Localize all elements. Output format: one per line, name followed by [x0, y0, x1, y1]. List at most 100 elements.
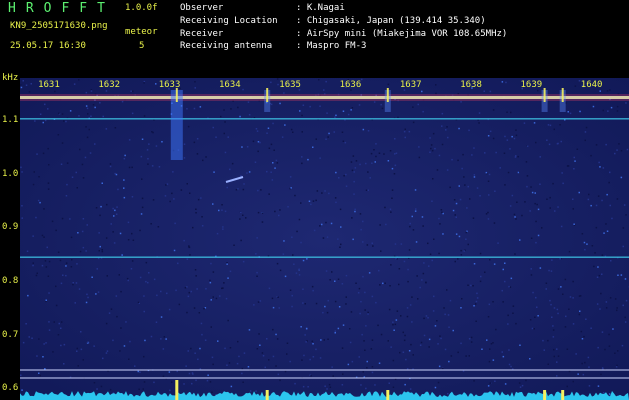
- noise-speck: [165, 338, 167, 340]
- noise-speck: [599, 90, 601, 92]
- noise-speck: [585, 126, 588, 129]
- noise-speck: [551, 316, 553, 318]
- noise-speck: [501, 351, 503, 353]
- noise-speck: [146, 149, 149, 151]
- noise-speck: [343, 175, 345, 177]
- noise-speck: [497, 242, 499, 244]
- noise-speck: [434, 386, 437, 389]
- noise-speck: [38, 176, 40, 178]
- noise-speck: [470, 341, 473, 343]
- noise-speck: [242, 381, 244, 383]
- noise-speck: [519, 386, 522, 388]
- noise-speck: [63, 343, 66, 346]
- noise-speck: [60, 344, 62, 347]
- noise-speck: [454, 260, 456, 263]
- noise-speck: [184, 287, 187, 289]
- noise-speck: [73, 83, 76, 85]
- noise-speck: [206, 379, 209, 382]
- noise-speck: [315, 348, 317, 351]
- noise-speck: [439, 335, 441, 337]
- noise-speck: [242, 214, 244, 216]
- noise-speck: [510, 111, 512, 114]
- noise-speck: [94, 143, 96, 145]
- noise-speck: [553, 355, 555, 358]
- noise-speck: [412, 354, 414, 356]
- noise-speck: [446, 289, 448, 291]
- noise-speck: [559, 124, 561, 126]
- noise-speck: [562, 293, 564, 295]
- noise-speck: [117, 188, 119, 191]
- noise-speck: [156, 294, 158, 297]
- y-tick-label: 1.0: [2, 168, 19, 179]
- noise-speck: [79, 250, 82, 253]
- noise-speck: [566, 385, 568, 388]
- noise-speck: [48, 292, 50, 294]
- noise-speck: [321, 223, 323, 226]
- noise-speck: [187, 350, 189, 352]
- noise-speck: [201, 225, 204, 227]
- noise-speck: [105, 237, 108, 239]
- noise-speck: [312, 343, 314, 345]
- noise-speck: [290, 128, 293, 131]
- noise-speck: [384, 206, 386, 209]
- noise-speck: [319, 357, 322, 359]
- noise-speck: [264, 366, 266, 369]
- noise-speck: [155, 83, 157, 85]
- noise-speck: [445, 129, 447, 131]
- noise-speck: [210, 262, 212, 265]
- noise-speck: [412, 229, 415, 231]
- noise-speck: [480, 275, 482, 278]
- noise-speck: [394, 153, 396, 155]
- noise-speck: [595, 204, 598, 207]
- noise-speck: [465, 355, 467, 357]
- noise-speck: [100, 385, 103, 388]
- noise-speck: [395, 257, 397, 260]
- noise-speck: [405, 358, 407, 361]
- noise-speck: [205, 156, 207, 158]
- noise-speck: [556, 348, 558, 350]
- noise-speck: [573, 168, 575, 170]
- noise-speck: [190, 347, 192, 350]
- y-tick-label: 1.1: [2, 114, 19, 125]
- noise-speck: [171, 381, 173, 383]
- noise-speck: [547, 339, 549, 342]
- noise-speck: [421, 279, 423, 281]
- noise-speck: [579, 310, 581, 312]
- noise-speck: [105, 90, 108, 92]
- noise-speck: [395, 319, 398, 321]
- noise-speck: [428, 346, 430, 348]
- noise-speck: [378, 269, 380, 272]
- noise-speck: [372, 245, 374, 247]
- noise-speck: [609, 204, 611, 207]
- noise-speck: [328, 192, 330, 195]
- noise-speck: [273, 149, 275, 151]
- noise-speck: [338, 306, 341, 308]
- noise-speck: [541, 227, 543, 229]
- noise-speck: [131, 232, 133, 235]
- noise-speck: [300, 202, 302, 204]
- noise-speck: [574, 85, 577, 87]
- noise-speck: [590, 327, 592, 329]
- noise-speck: [471, 154, 473, 156]
- noise-speck: [392, 359, 395, 362]
- noise-speck: [375, 155, 377, 158]
- noise-speck: [186, 108, 188, 110]
- noise-speck: [72, 282, 74, 284]
- noise-speck: [422, 110, 424, 113]
- noise-speck: [227, 136, 229, 138]
- noise-speck: [492, 359, 495, 361]
- noise-speck: [581, 233, 584, 235]
- noise-speck: [161, 141, 163, 143]
- noise-speck: [362, 220, 364, 223]
- noise-speck: [552, 182, 554, 185]
- noise-speck: [422, 272, 425, 275]
- noise-speck: [245, 217, 247, 219]
- noise-speck: [391, 189, 394, 191]
- noise-speck: [421, 90, 423, 93]
- noise-speck: [224, 347, 226, 350]
- noise-speck: [417, 103, 419, 106]
- noise-speck: [242, 88, 244, 91]
- noise-speck: [20, 84, 22, 86]
- noise-speck: [409, 222, 411, 225]
- noise-speck: [180, 189, 183, 191]
